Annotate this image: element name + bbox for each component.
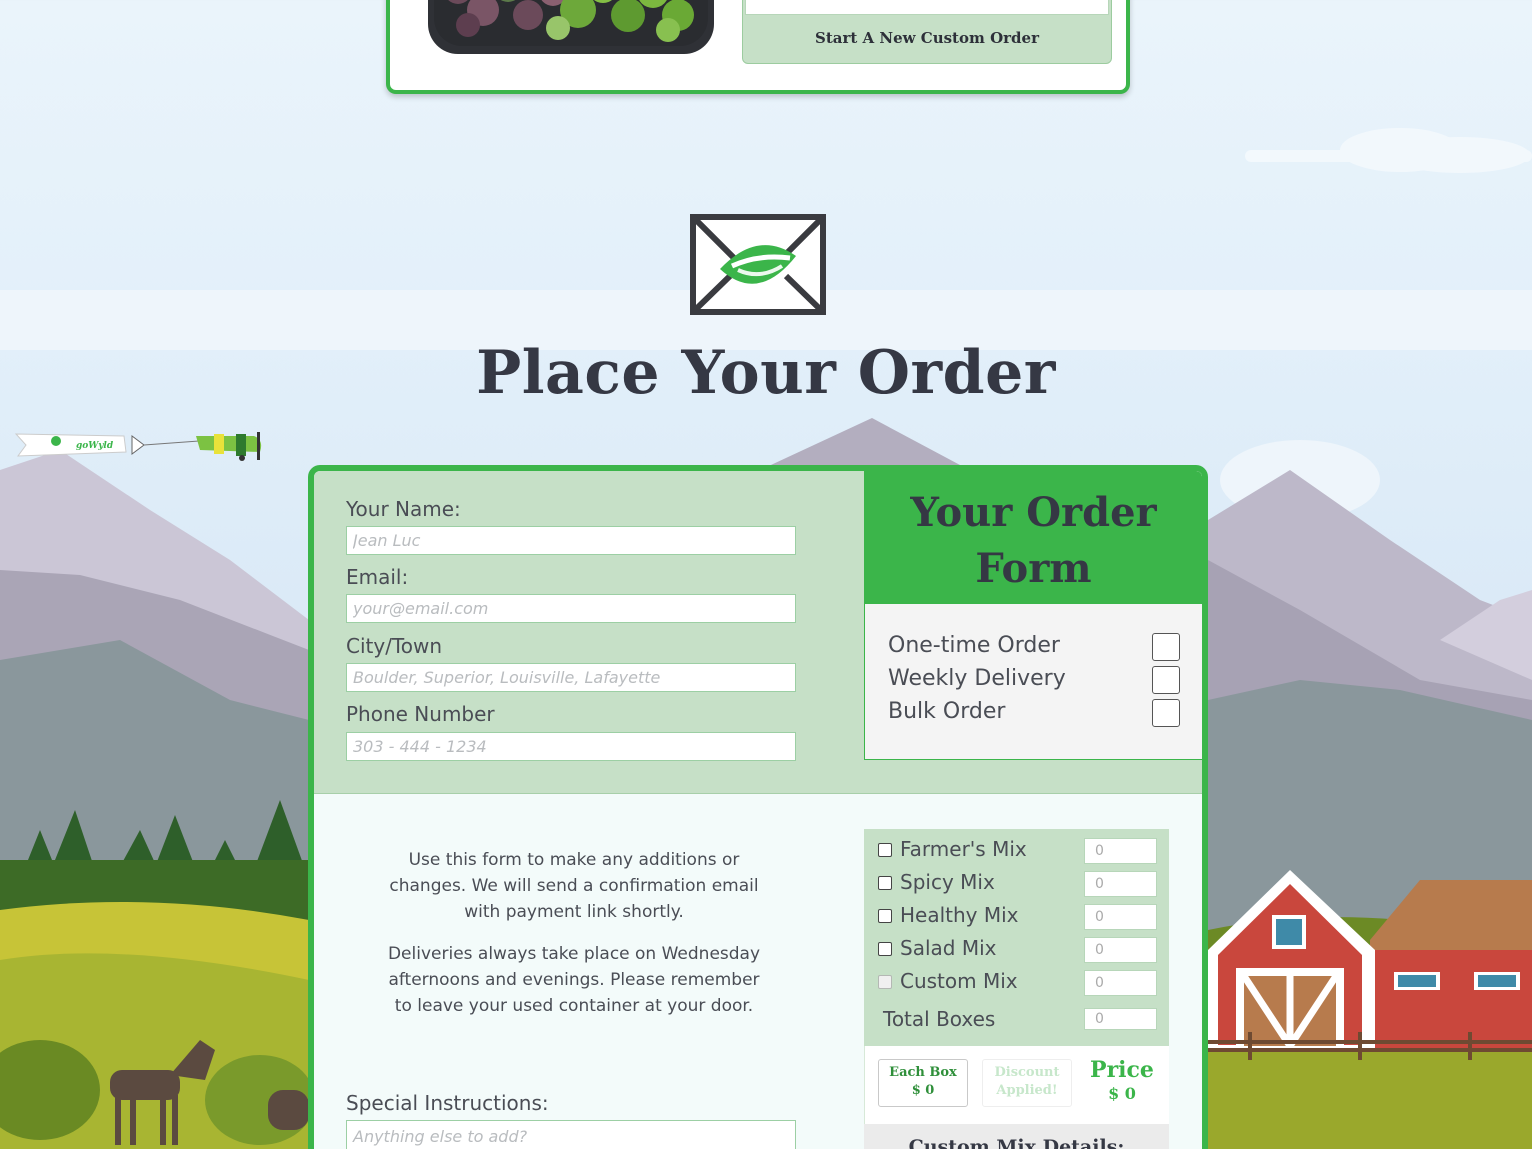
order-form-card: Your Name: Email: City/Town Phone Number… bbox=[308, 465, 1208, 1149]
order-type-label: One-time Order bbox=[888, 633, 1060, 658]
order-form-title: Your Order Form bbox=[865, 471, 1202, 604]
each-box-price: Each Box $ 0 bbox=[878, 1059, 968, 1107]
contact-section: Your Name: Email: City/Town Phone Number… bbox=[314, 471, 1202, 794]
order-type-weekly[interactable]: Weekly Delivery bbox=[888, 666, 1180, 698]
delivery-description: Deliveries always take place on Wednesda… bbox=[387, 944, 761, 1016]
special-instructions-input[interactable] bbox=[346, 1120, 796, 1149]
salad-mix-checkbox[interactable] bbox=[878, 942, 892, 956]
name-input[interactable] bbox=[346, 526, 796, 555]
mix-row-custom[interactable]: Custom Mix 0 bbox=[878, 969, 1158, 997]
one-time-order-checkbox[interactable] bbox=[1152, 633, 1180, 661]
page-title: Place Your Order bbox=[476, 338, 1056, 408]
price-value: $ 0 bbox=[1108, 1084, 1136, 1103]
name-label: Your Name: bbox=[346, 497, 461, 521]
total-boxes-label: Total Boxes bbox=[883, 1007, 996, 1031]
start-custom-order-panel: Start A New Custom Order bbox=[742, 0, 1112, 64]
mix-label: Farmer's Mix bbox=[900, 837, 1027, 861]
envelope-leaf-icon bbox=[690, 214, 826, 315]
weekly-delivery-checkbox[interactable] bbox=[1152, 666, 1180, 694]
phone-input[interactable] bbox=[346, 732, 796, 761]
custom-mix-checkbox[interactable] bbox=[878, 975, 892, 989]
order-type-panel: Your Order Form One-time Order Weekly De… bbox=[864, 471, 1202, 760]
order-type-label: Weekly Delivery bbox=[888, 666, 1066, 691]
mix-row-healthy[interactable]: Healthy Mix 0 bbox=[878, 903, 1158, 931]
plane-banner-illustration: goWyld bbox=[14, 432, 262, 461]
farmers-mix-quantity-input[interactable]: 0 bbox=[1084, 838, 1157, 864]
mix-label: Healthy Mix bbox=[900, 903, 1019, 927]
email-input[interactable] bbox=[346, 594, 796, 623]
spicy-mix-quantity-input[interactable]: 0 bbox=[1084, 871, 1157, 897]
order-type-bulk[interactable]: Bulk Order bbox=[888, 699, 1180, 731]
plane-banner-text: goWyld bbox=[76, 441, 114, 451]
mix-label: Spicy Mix bbox=[900, 870, 995, 894]
price-label: Price bbox=[1090, 1057, 1154, 1083]
total-price: Price $ 0 bbox=[1087, 1056, 1157, 1104]
form-description: Use this form to make any additions or c… bbox=[389, 850, 759, 922]
total-boxes-row: Total Boxes 0 bbox=[883, 1007, 1158, 1035]
mix-label: Salad Mix bbox=[900, 936, 997, 960]
salad-mix-quantity-input[interactable]: 0 bbox=[1084, 937, 1157, 963]
custom-mix-details-heading: Custom Mix Details: bbox=[864, 1124, 1169, 1149]
order-preview-card: Start A New Custom Order bbox=[386, 0, 1130, 94]
custom-order-input[interactable] bbox=[745, 0, 1109, 15]
price-summary: Each Box $ 0 Discount Applied! Price $ 0 bbox=[864, 1046, 1169, 1124]
each-box-value: $ 0 bbox=[911, 1083, 935, 1098]
farmers-mix-checkbox[interactable] bbox=[878, 843, 892, 857]
city-input[interactable] bbox=[346, 663, 796, 692]
city-label: City/Town bbox=[346, 634, 443, 658]
mix-label: Custom Mix bbox=[900, 969, 1018, 993]
mix-row-spicy[interactable]: Spicy Mix 0 bbox=[878, 870, 1158, 898]
custom-mix-quantity-input[interactable]: 0 bbox=[1084, 970, 1157, 996]
healthy-mix-quantity-input[interactable]: 0 bbox=[1084, 904, 1157, 930]
mix-row-salad[interactable]: Salad Mix 0 bbox=[878, 936, 1158, 964]
total-boxes-value: 0 bbox=[1084, 1008, 1157, 1030]
order-type-label: Bulk Order bbox=[888, 699, 1006, 724]
each-box-label: Each Box bbox=[889, 1065, 957, 1080]
phone-label: Phone Number bbox=[346, 702, 495, 726]
bulk-order-checkbox[interactable] bbox=[1152, 699, 1180, 727]
mix-selection-panel: Farmer's Mix 0 Spicy Mix 0 Healthy Mix 0… bbox=[864, 829, 1169, 1046]
order-type-one-time[interactable]: One-time Order bbox=[888, 633, 1180, 665]
healthy-mix-checkbox[interactable] bbox=[878, 909, 892, 923]
start-custom-order-button[interactable]: Start A New Custom Order bbox=[743, 29, 1111, 47]
email-label: Email: bbox=[346, 565, 409, 589]
mix-row-farmers[interactable]: Farmer's Mix 0 bbox=[878, 837, 1158, 865]
discount-badge: Discount Applied! bbox=[982, 1059, 1072, 1107]
microgreens-tray-image bbox=[428, 0, 714, 54]
special-instructions-label: Special Instructions: bbox=[346, 1091, 549, 1115]
spicy-mix-checkbox[interactable] bbox=[878, 876, 892, 890]
